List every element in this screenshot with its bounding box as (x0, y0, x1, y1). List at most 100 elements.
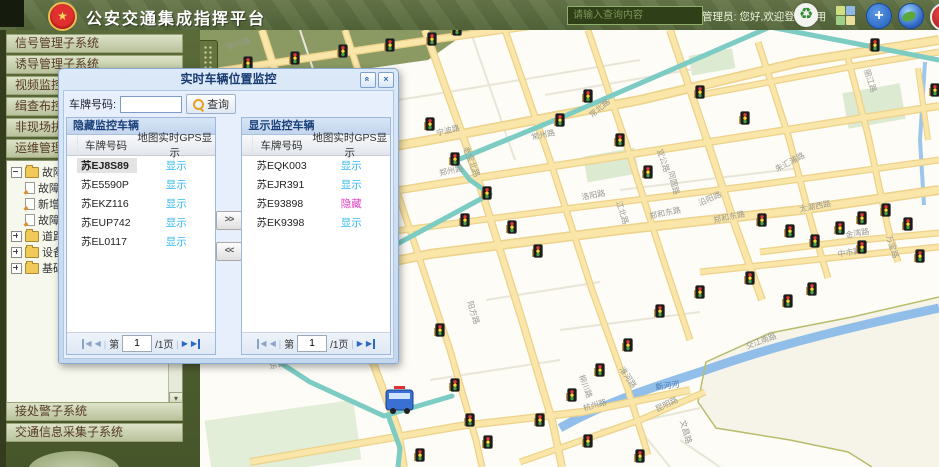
traffic-light-icon[interactable] (594, 364, 605, 377)
vehicle-row[interactable]: 苏EJ8S89显示 (67, 156, 215, 175)
traffic-light-icon[interactable] (424, 118, 435, 131)
sidebar-item[interactable]: 交通信息采集子系统 (6, 423, 183, 442)
move-right-button[interactable]: >> (216, 211, 242, 230)
dialog-titlebar[interactable]: 实时车辆位置监控 « × (59, 69, 398, 90)
traffic-light-icon[interactable] (654, 305, 665, 318)
traffic-light-icon[interactable] (337, 45, 348, 58)
traffic-light-icon[interactable] (880, 204, 891, 217)
map-layers-icon[interactable] (836, 6, 855, 25)
traffic-light-icon[interactable] (534, 414, 545, 427)
shown-vehicles-panel: 显示监控车辆 车牌号码 地图实时GPS显示 苏EQK003显示苏EJR391显示… (241, 117, 391, 355)
traffic-light-icon[interactable] (384, 39, 395, 52)
gps-toggle-link[interactable]: 显示 (137, 177, 215, 192)
traffic-light-icon[interactable] (856, 212, 867, 225)
plate-number-input[interactable] (120, 96, 182, 113)
last-page-icon[interactable]: ▶ (191, 339, 200, 349)
vehicle-row[interactable]: 苏EQK003显示 (242, 156, 390, 175)
header-corner-block (0, 0, 24, 27)
traffic-light-icon[interactable] (622, 339, 633, 352)
prev-page-icon[interactable]: ◀ (270, 339, 276, 349)
traffic-light-icon[interactable] (642, 166, 653, 179)
gps-toggle-link[interactable]: 显示 (137, 234, 215, 249)
collapse-node-icon[interactable] (11, 167, 22, 178)
move-left-button[interactable]: << (216, 242, 242, 261)
traffic-light-icon[interactable] (426, 33, 437, 46)
vehicle-row[interactable]: 苏E5590P显示 (67, 175, 215, 194)
traffic-light-icon[interactable] (289, 52, 300, 65)
traffic-light-icon[interactable] (634, 450, 645, 463)
traffic-light-icon[interactable] (459, 214, 470, 227)
globe-icon[interactable] (898, 3, 924, 29)
vehicle-row[interactable]: 苏EL0117显示 (67, 232, 215, 251)
vehicle-row[interactable]: 苏E93898隐藏 (242, 194, 390, 213)
traffic-light-icon[interactable] (482, 436, 493, 449)
traffic-light-icon[interactable] (809, 235, 820, 248)
expand-node-icon[interactable] (11, 231, 22, 242)
traffic-light-icon[interactable] (744, 272, 755, 285)
collapse-icon[interactable]: « (360, 72, 376, 88)
page-title: 公安交通集成指挥平台 (86, 5, 266, 29)
query-button[interactable]: 查询 (186, 94, 236, 114)
traffic-light-icon[interactable] (451, 30, 462, 36)
vehicle-row[interactable]: 苏EKZ116显示 (67, 194, 215, 213)
traffic-light-icon[interactable] (449, 379, 460, 392)
traffic-light-icon[interactable] (784, 225, 795, 238)
traffic-light-icon[interactable] (582, 90, 593, 103)
traffic-light-icon[interactable] (506, 221, 517, 234)
traffic-light-icon[interactable] (481, 187, 492, 200)
sidebar-item[interactable]: 信号管理子系统 (6, 34, 183, 53)
zoom-in-icon[interactable]: + (866, 3, 892, 29)
traffic-light-icon[interactable] (532, 245, 543, 258)
traffic-light-icon[interactable] (902, 218, 913, 231)
plate-number: 苏EJR391 (252, 177, 312, 192)
gps-toggle-link[interactable]: 显示 (137, 158, 215, 173)
gps-toggle-link[interactable]: 显示 (312, 158, 390, 173)
traffic-light-icon[interactable] (434, 324, 445, 337)
traffic-light-icon[interactable] (582, 435, 593, 448)
vehicle-row[interactable]: 苏EUP742显示 (67, 213, 215, 232)
traffic-light-icon[interactable] (694, 86, 705, 99)
first-page-icon[interactable]: ◀ (82, 339, 91, 349)
page-total: /1页 (155, 336, 173, 351)
traffic-light-icon[interactable] (869, 39, 880, 52)
traffic-light-icon[interactable] (449, 153, 460, 166)
sidebar-item[interactable]: 接处警子系统 (6, 402, 183, 421)
traffic-light-icon[interactable] (614, 134, 625, 147)
traffic-light-icon[interactable] (806, 283, 817, 296)
traffic-light-icon[interactable] (834, 222, 845, 235)
last-page-icon[interactable]: ▶ (366, 339, 375, 349)
gps-toggle-link[interactable]: 显示 (137, 215, 215, 230)
page-number-input[interactable] (297, 335, 327, 352)
vehicle-row[interactable]: 苏EK9398显示 (242, 213, 390, 232)
traffic-light-icon[interactable] (566, 389, 577, 402)
realtime-vehicle-dialog: 实时车辆位置监控 « × 车牌号码: 查询 隐藏监控车辆 (58, 68, 399, 364)
traffic-light-icon[interactable] (414, 449, 425, 462)
traffic-light-icon[interactable] (756, 214, 767, 227)
prev-page-icon[interactable]: ◀ (95, 339, 101, 349)
traffic-light-icon[interactable] (464, 414, 475, 427)
close-icon[interactable]: × (378, 72, 394, 88)
row-selector-column (242, 135, 253, 155)
traffic-light-icon[interactable] (554, 114, 565, 127)
gps-toggle-link[interactable]: 显示 (312, 177, 390, 192)
traffic-light-icon[interactable] (782, 295, 793, 308)
next-page-icon[interactable]: ▶ (357, 339, 363, 349)
gps-toggle-link[interactable]: 显示 (312, 215, 390, 230)
police-car-icon[interactable] (386, 386, 413, 414)
page-number-input[interactable] (122, 335, 152, 352)
header-search-input[interactable] (567, 6, 703, 25)
traffic-light-icon[interactable] (694, 286, 705, 299)
refresh-recycle-icon[interactable]: ♻ (794, 3, 818, 27)
traffic-light-icon[interactable] (739, 112, 750, 125)
traffic-light-icon[interactable] (914, 250, 925, 263)
traffic-light-icon[interactable] (929, 84, 939, 97)
vehicle-row[interactable]: 苏EJR391显示 (242, 175, 390, 194)
expand-node-icon[interactable] (11, 247, 22, 258)
gps-toggle-link[interactable]: 隐藏 (312, 196, 390, 211)
expand-node-icon[interactable] (11, 263, 22, 274)
exit-icon[interactable] (930, 3, 939, 31)
traffic-light-icon[interactable] (856, 241, 867, 254)
next-page-icon[interactable]: ▶ (182, 339, 188, 349)
gps-toggle-link[interactable]: 显示 (137, 196, 215, 211)
first-page-icon[interactable]: ◀ (257, 339, 266, 349)
